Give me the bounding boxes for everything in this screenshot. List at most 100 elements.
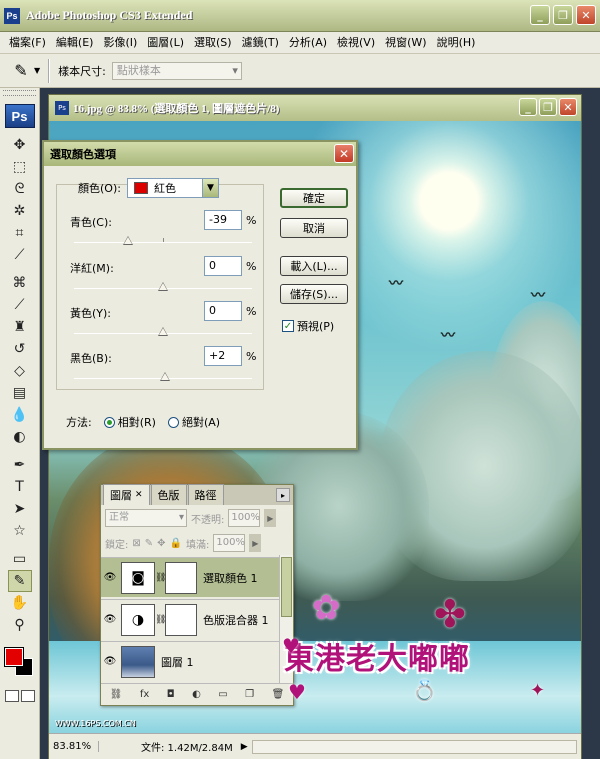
crop-tool-icon[interactable]: ⌗ [8, 222, 32, 244]
lock-all-icon[interactable]: 🔒 [170, 538, 182, 549]
document-restore-button[interactable]: ❐ [539, 98, 557, 116]
eye-icon[interactable]: 👁 [101, 614, 119, 625]
load-button[interactable]: 載入(L)... [280, 256, 348, 276]
menu-analysis[interactable]: 分析(A) [284, 32, 332, 54]
menu-edit[interactable]: 編輯(E) [51, 32, 99, 54]
shape-tool-icon[interactable]: ☆ [8, 520, 32, 542]
pen-tool-icon[interactable]: ✒ [8, 454, 32, 476]
minimize-button[interactable]: _ [530, 5, 550, 25]
menu-filter[interactable]: 濾鏡(T) [237, 32, 284, 54]
menu-file[interactable]: 檔案(F) [4, 32, 51, 54]
close-button[interactable]: ✕ [576, 5, 596, 25]
dodge-tool-icon[interactable]: ◐ [8, 426, 32, 448]
move-tool-icon[interactable]: ✥ [8, 134, 32, 156]
layer-style-icon[interactable]: fx [140, 689, 149, 700]
layer-row[interactable]: 👁 圖層 1 [101, 641, 281, 681]
layer-mask-thumbnail[interactable] [165, 603, 197, 636]
tab-layers[interactable]: 圖層 ✕ [103, 484, 150, 505]
add-mask-icon[interactable]: ◘ [167, 689, 175, 700]
restore-button[interactable]: ❐ [553, 5, 573, 25]
new-group-icon[interactable]: ▭ [218, 689, 227, 700]
eyedropper-tool-preset-icon[interactable]: ✎ [8, 58, 34, 84]
method-relative-radio[interactable]: 相對(R) [103, 414, 156, 430]
toolbox-grip[interactable] [3, 90, 36, 96]
notes-tool-icon[interactable]: ▭ [8, 548, 32, 570]
blur-tool-icon[interactable]: 💧 [8, 404, 32, 426]
menu-help[interactable]: 說明(H) [432, 32, 481, 54]
dialog-close-button[interactable]: ✕ [334, 144, 354, 163]
magenta-input[interactable]: 0 [204, 256, 242, 276]
slice-tool-icon[interactable]: ⟋ [8, 244, 32, 266]
color-label: 顏色(O): [78, 182, 121, 195]
sample-size-select[interactable]: 點狀樣本 [111, 61, 242, 80]
zoom-level[interactable]: 83.81% [49, 741, 99, 752]
panel-menu-icon[interactable]: ▸ [276, 488, 290, 502]
magic-wand-tool-icon[interactable]: ✲ [8, 200, 32, 222]
lock-transparency-icon[interactable]: ⊠ [132, 538, 140, 549]
horizontal-scrollbar[interactable] [251, 739, 577, 754]
cyan-slider-thumb[interactable] [123, 236, 134, 245]
ok-button[interactable]: 確定 [280, 188, 348, 208]
tab-paths[interactable]: 路徑 [187, 484, 224, 505]
chevron-right-icon[interactable]: ▶ [249, 534, 262, 552]
photoshop-logo-icon[interactable]: Ps [4, 104, 35, 128]
close-icon[interactable]: ✕ [135, 490, 143, 500]
eyedropper-tool-icon[interactable]: ✎ [7, 570, 32, 592]
adjustment-layer-button-icon[interactable]: ◐ [192, 689, 201, 700]
layer-row[interactable]: 👁 ◙ ⛓ 選取顏色 1 [101, 557, 281, 597]
cyan-input[interactable]: -39 [204, 210, 242, 230]
document-title-bar[interactable]: Ps 16.jpg @ 83.8% (選取顏色 1, 圖層遮色片/8) _ ❐ … [49, 95, 581, 121]
history-brush-tool-icon[interactable]: ↺ [8, 338, 32, 360]
yellow-input[interactable]: 0 [204, 301, 242, 321]
quick-mask-mode-icon[interactable] [20, 690, 35, 702]
path-selection-tool-icon[interactable]: ➤ [8, 498, 32, 520]
lock-pixels-icon[interactable]: ✎ [145, 538, 153, 549]
black-slider-thumb[interactable] [159, 372, 170, 381]
layer-mask-thumbnail[interactable] [165, 561, 197, 594]
document-minimize-button[interactable]: _ [519, 98, 537, 116]
document-close-button[interactable]: ✕ [559, 98, 577, 116]
preview-checkbox-row[interactable]: ✓ 預視(P) [282, 318, 334, 334]
eraser-tool-icon[interactable]: ◇ [8, 360, 32, 382]
lasso-tool-icon[interactable]: ᘓ [8, 178, 32, 200]
eye-icon[interactable]: 👁 [101, 572, 119, 583]
new-layer-icon[interactable]: ❐ [245, 689, 254, 700]
brush-tool-icon[interactable]: ⟋ [8, 294, 32, 316]
zoom-tool-icon[interactable]: ⚲ [8, 614, 32, 636]
link-layers-icon[interactable]: ⛓ [110, 689, 123, 700]
standard-mode-icon[interactable] [4, 690, 19, 702]
type-tool-icon[interactable]: T [8, 476, 32, 498]
eye-icon[interactable]: 👁 [101, 656, 119, 667]
chevron-down-icon[interactable]: ▼ [34, 66, 40, 75]
preview-checkbox[interactable]: ✓ [282, 320, 294, 332]
foreground-color-swatch[interactable] [3, 647, 24, 667]
clone-stamp-tool-icon[interactable]: ♜ [8, 316, 32, 338]
lock-position-icon[interactable]: ✥ [157, 538, 165, 549]
save-button[interactable]: 儲存(S)... [280, 284, 348, 304]
dialog-title-bar[interactable]: 選取顏色選項 ✕ [44, 142, 356, 166]
method-absolute-radio[interactable]: 絕對(A) [167, 414, 220, 430]
color-select[interactable]: 紅色 ▼ [126, 178, 219, 198]
menu-select[interactable]: 選取(S) [189, 32, 237, 54]
opacity-input[interactable]: 100% [228, 509, 261, 527]
cyan-slider-track[interactable] [74, 242, 252, 243]
hand-tool-icon[interactable]: ✋ [8, 592, 32, 614]
gradient-tool-icon[interactable]: ▤ [8, 382, 32, 404]
marquee-tool-icon[interactable]: ⬚ [8, 156, 32, 178]
yellow-slider-thumb[interactable] [158, 327, 168, 336]
menu-layer[interactable]: 圖層(L) [142, 32, 189, 54]
black-input[interactable]: +2 [204, 346, 242, 366]
chevron-right-icon[interactable]: ▶ [264, 509, 277, 527]
status-menu-arrow-icon[interactable]: ▶ [241, 742, 248, 752]
fill-input[interactable]: 100% [213, 534, 246, 552]
tab-channels[interactable]: 色版 [150, 484, 187, 505]
menu-image[interactable]: 影像(I) [98, 32, 142, 54]
menu-window[interactable]: 視窗(W) [380, 32, 431, 54]
menu-view[interactable]: 檢視(V) [332, 32, 380, 54]
chevron-down-icon[interactable]: ▼ [201, 179, 218, 197]
cancel-button[interactable]: 取消 [280, 218, 348, 238]
magenta-slider-thumb[interactable] [158, 282, 168, 291]
healing-brush-tool-icon[interactable]: ⌘ [8, 272, 32, 294]
layer-row[interactable]: 👁 ◑ ⛓ 色版混合器 1 [101, 599, 281, 639]
blend-mode-select[interactable]: 正常 [105, 509, 187, 527]
